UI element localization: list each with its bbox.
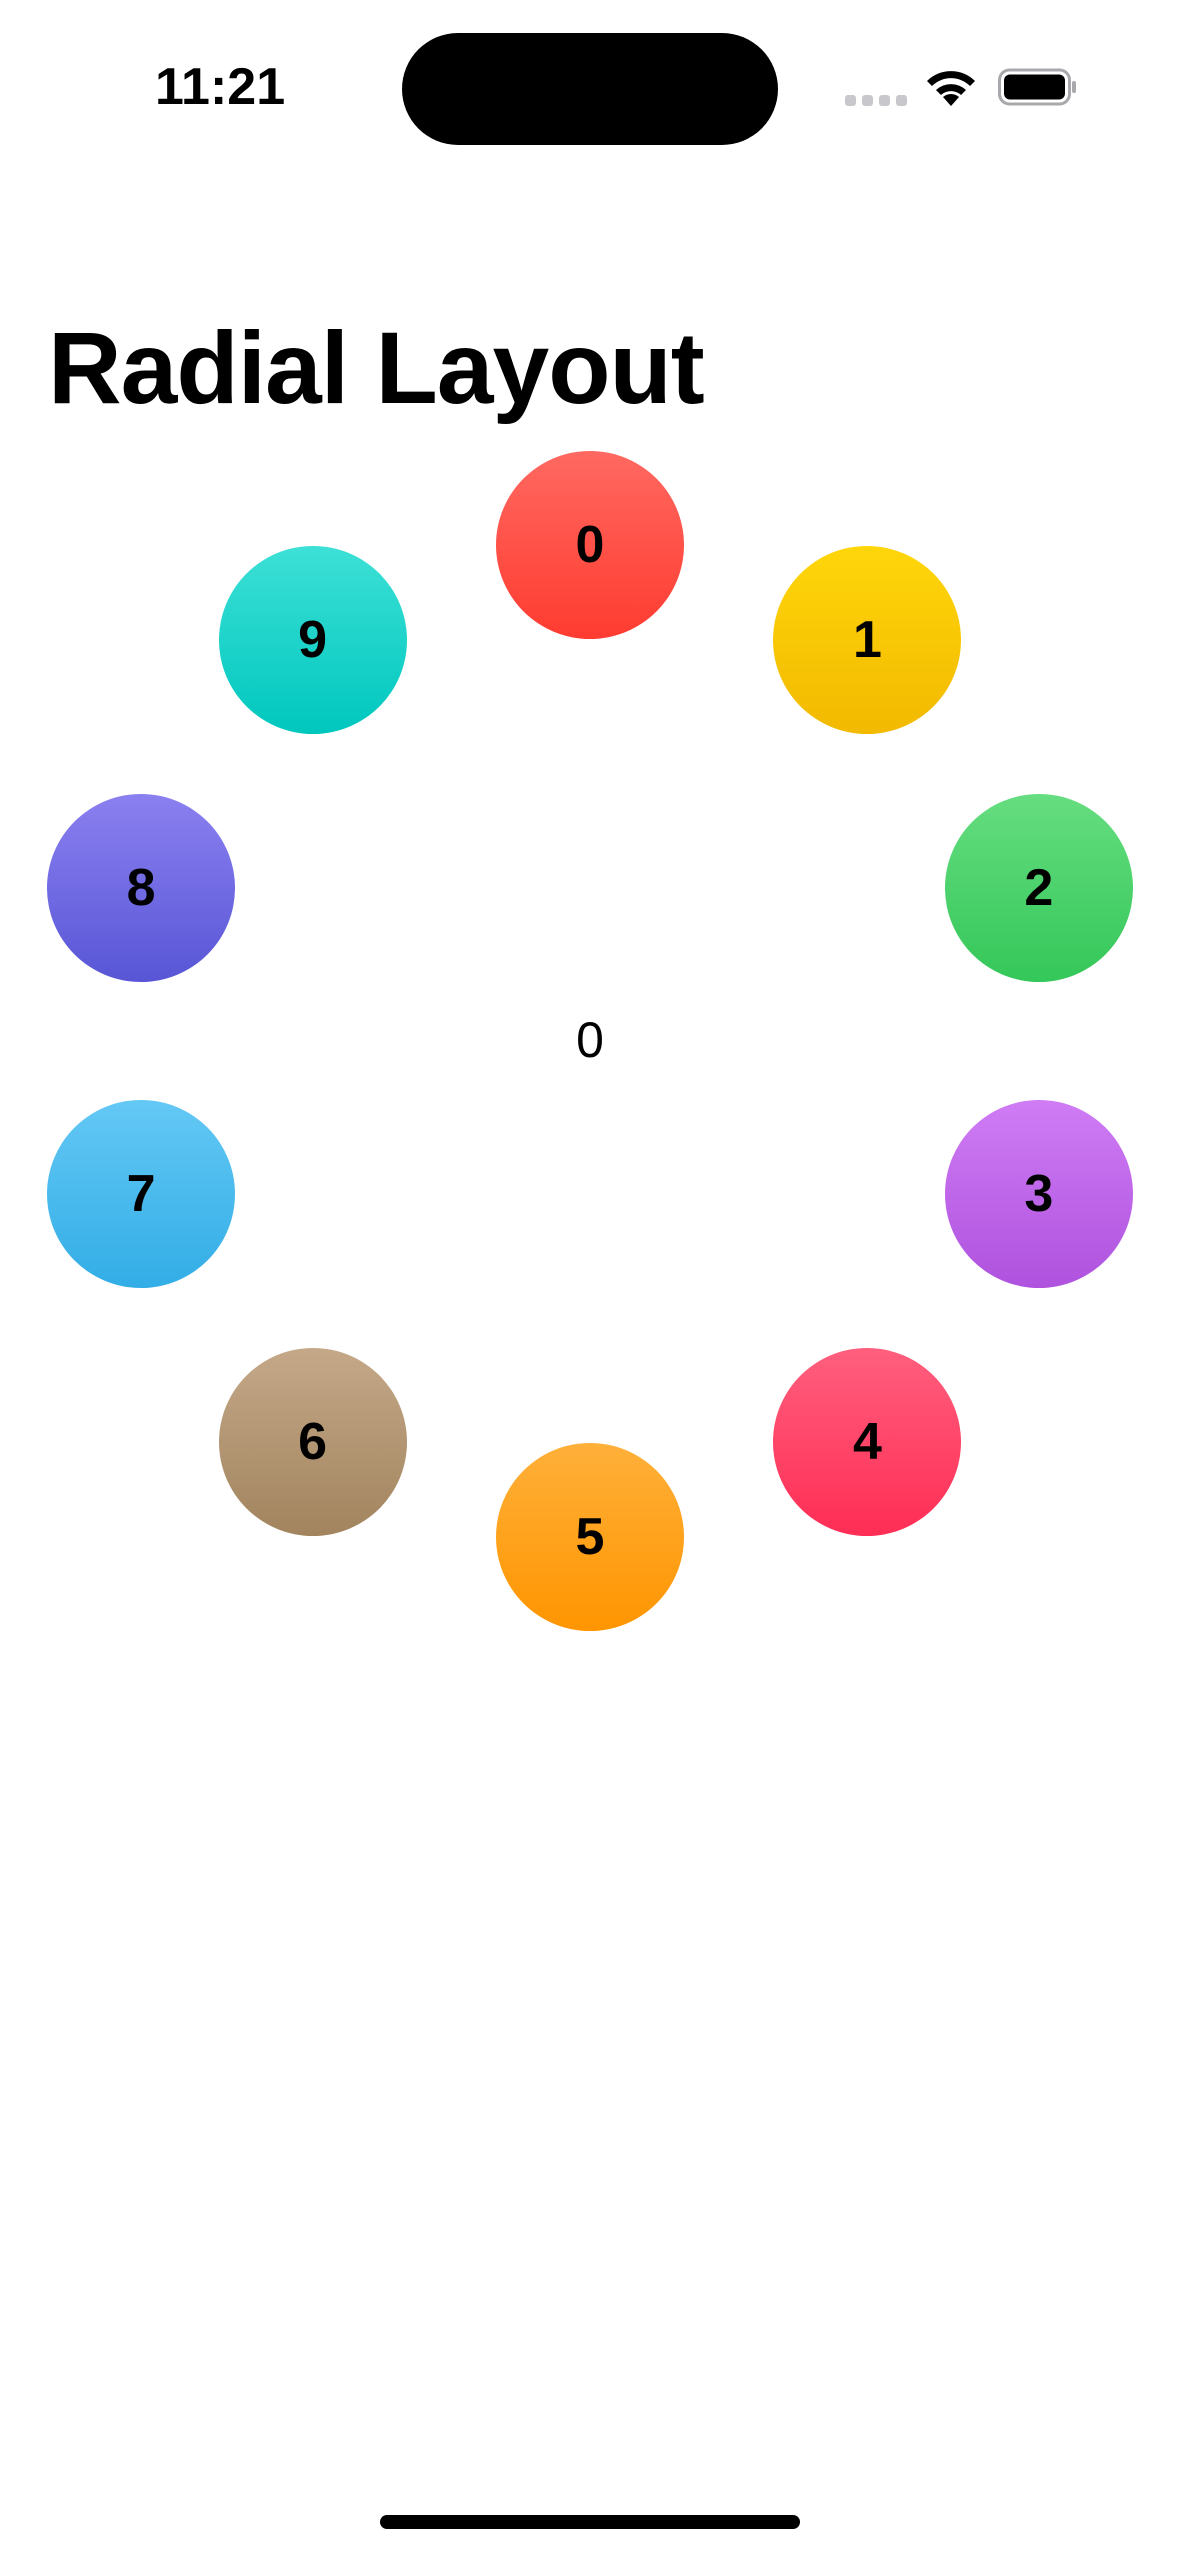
- radial-item-2[interactable]: 2: [944, 793, 1133, 982]
- radial-item-1[interactable]: 1: [773, 545, 962, 734]
- radial-layout: 0 0123456789: [0, 0, 1179, 2556]
- radial-item-0[interactable]: 0: [496, 451, 684, 639]
- radial-item-9[interactable]: 9: [218, 545, 407, 734]
- radial-item-6[interactable]: 6: [218, 1348, 407, 1537]
- radial-item-7[interactable]: 7: [47, 1100, 236, 1289]
- home-indicator[interactable]: [380, 2515, 800, 2529]
- radial-item-5[interactable]: 5: [496, 1443, 684, 1631]
- radial-item-3[interactable]: 3: [944, 1100, 1133, 1289]
- radial-item-4[interactable]: 4: [773, 1348, 962, 1537]
- center-value: 0: [576, 1012, 604, 1068]
- radial-item-8[interactable]: 8: [47, 793, 236, 982]
